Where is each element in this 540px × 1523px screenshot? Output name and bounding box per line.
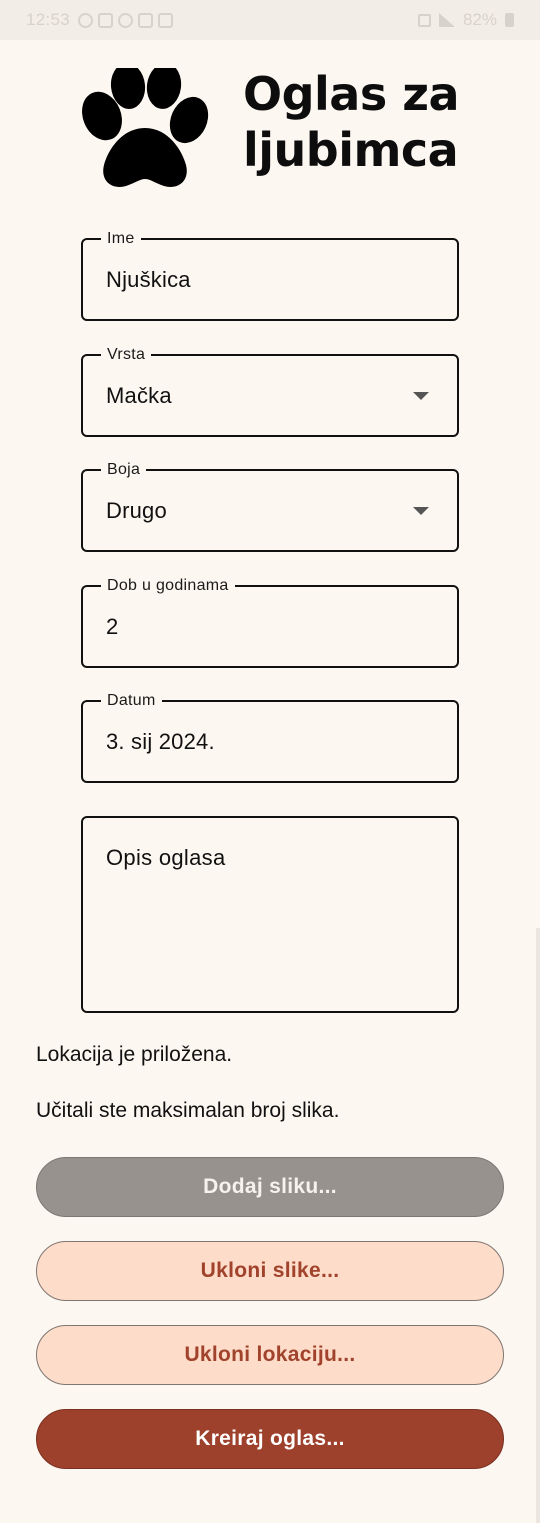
add-image-button[interactable]: Dodaj sliku... [36,1157,504,1217]
images-status-text: Učitali ste maksimalan broj slika. [36,1099,340,1122]
age-field[interactable]: Dob u godinama 2 [81,576,459,668]
species-dropdown-value: Mačka [106,383,172,408]
date-field-value: 3. sij 2024. [106,729,215,754]
gallery-icon [138,12,154,28]
age-field-label: Dob u godinama [101,576,235,596]
date-field[interactable]: Datum 3. sij 2024. [81,691,459,783]
notification-icon [118,12,134,28]
name-field-label: Ime [101,229,141,249]
apps-icon [158,12,174,28]
remove-images-button[interactable]: Ukloni slike... [36,1241,504,1301]
chevron-down-icon[interactable] [413,392,429,400]
scrollbar[interactable] [536,928,540,1523]
location-status-text: Lokacija je priložena. [36,1043,233,1066]
signal-icon [438,13,455,27]
mute-icon [417,13,431,27]
notification-icons [78,12,174,28]
paw-icon [82,68,209,187]
species-dropdown[interactable]: Vrsta Mačka [81,345,459,437]
color-dropdown-value: Drugo [106,498,167,523]
name-field[interactable]: Ime Njuškica [81,229,459,321]
battery-icon [505,13,514,27]
date-field-label: Datum [101,691,162,711]
remove-location-button[interactable]: Ukloni lokaciju... [36,1325,504,1385]
age-field-value: 2 [106,614,119,639]
create-ad-button[interactable]: Kreiraj oglas... [36,1409,504,1469]
page-title: Oglas za ljubimca [243,67,460,177]
species-dropdown-label: Vrsta [101,345,152,365]
color-dropdown-label: Boja [101,460,147,480]
status-bar: 12:53 82% [0,0,540,40]
name-field-value: Njuškica [106,267,191,292]
whatsapp-icon [78,12,94,28]
battery-percent: 82% [462,10,497,29]
description-textarea[interactable]: Opis oglasa [81,816,459,1013]
check-icon [98,12,114,28]
chevron-down-icon[interactable] [413,507,429,515]
color-dropdown[interactable]: Boja Drugo [81,460,459,552]
status-right: 82% [417,10,514,30]
status-time: 12:53 [26,10,71,29]
description-placeholder: Opis oglasa [106,845,226,870]
page-header: Oglas za ljubimca [80,66,480,196]
